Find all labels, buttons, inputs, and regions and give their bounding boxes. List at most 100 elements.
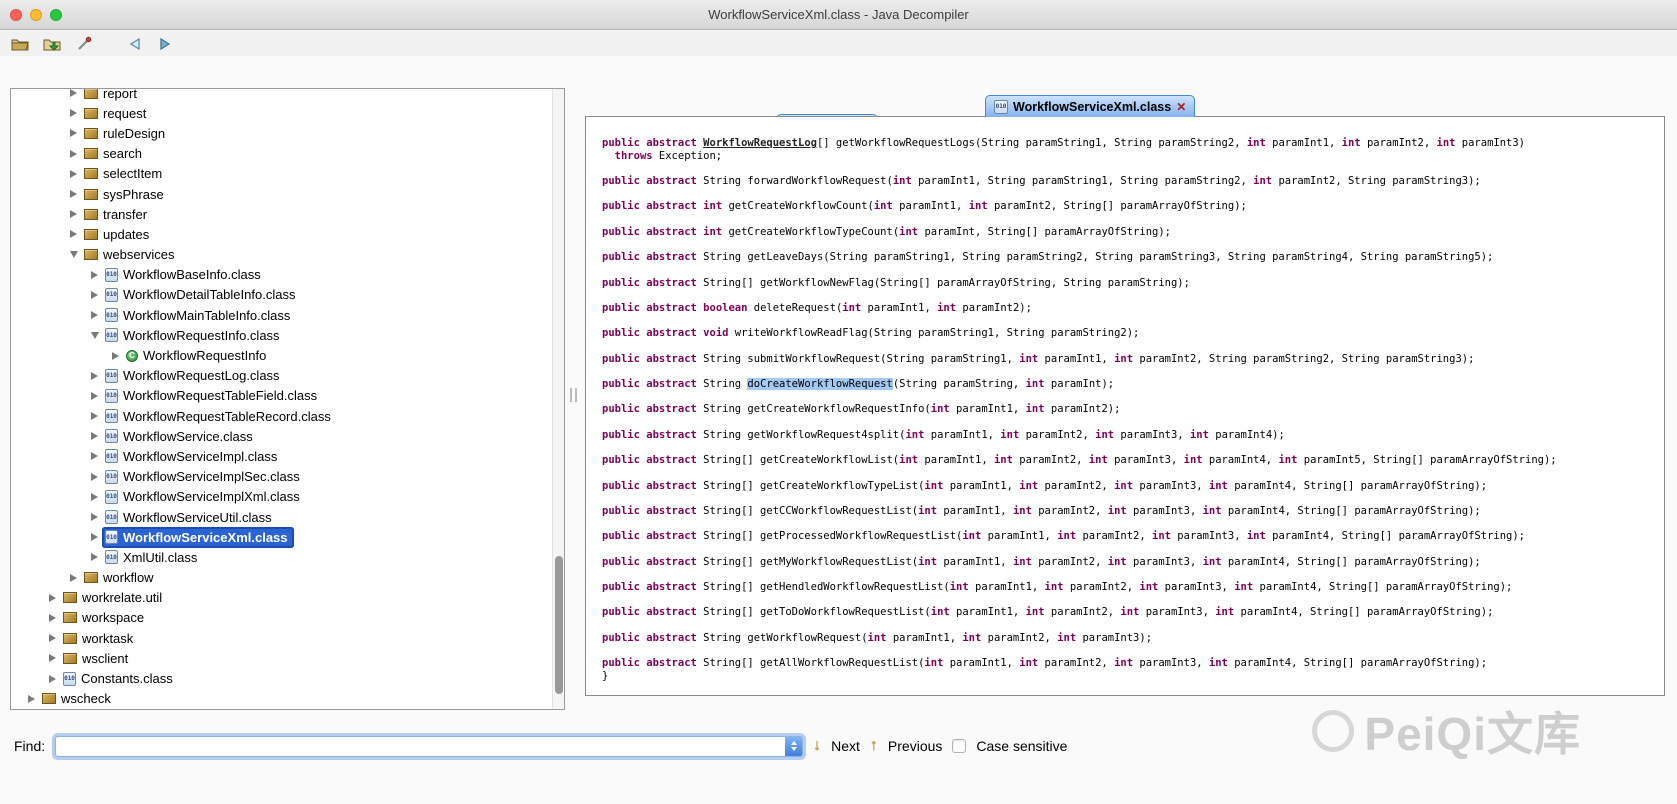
tree-item-workflowbaseinfo-class[interactable]: 010WorkflowBaseInfo.class bbox=[11, 265, 564, 285]
class-icon: 010 bbox=[105, 470, 118, 484]
chevron-right-icon[interactable] bbox=[88, 392, 101, 400]
chevron-down-icon[interactable] bbox=[88, 332, 101, 339]
type-link[interactable]: WorkflowRequestLog bbox=[703, 137, 817, 149]
save-all-sources-icon[interactable] bbox=[42, 35, 62, 53]
tree-item-workflowrequesttablefield-class[interactable]: 010WorkflowRequestTableField.class bbox=[11, 386, 564, 406]
tree-item-ruledesign[interactable]: ruleDesign bbox=[11, 123, 564, 143]
tree-item-worktask[interactable]: worktask bbox=[11, 628, 564, 648]
chevron-right-icon[interactable] bbox=[46, 675, 59, 683]
chevron-right-icon[interactable] bbox=[67, 230, 80, 238]
search-icon[interactable] bbox=[74, 35, 94, 53]
chevron-right-icon[interactable] bbox=[67, 210, 80, 218]
chevron-right-icon[interactable] bbox=[88, 291, 101, 299]
chevron-right-icon[interactable] bbox=[88, 553, 101, 561]
code-line: public abstract boolean deleteRequest(in… bbox=[602, 302, 1664, 315]
find-input[interactable] bbox=[55, 736, 803, 757]
tree-item-workflowserviceimpl-class[interactable]: 010WorkflowServiceImpl.class bbox=[11, 446, 564, 466]
chevron-right-icon[interactable] bbox=[88, 311, 101, 319]
chevron-right-icon[interactable] bbox=[46, 614, 59, 622]
chevron-right-icon[interactable] bbox=[88, 513, 101, 521]
chevron-right-icon[interactable] bbox=[67, 109, 80, 117]
chevron-right-icon[interactable] bbox=[88, 452, 101, 460]
tree-item-workflowmaintableinfo-class[interactable]: 010WorkflowMainTableInfo.class bbox=[11, 305, 564, 325]
chevron-right-icon[interactable] bbox=[109, 352, 122, 360]
class-icon: 010 bbox=[105, 429, 118, 443]
forward-icon[interactable] bbox=[156, 35, 176, 53]
tree-item-workflowservicexml-class[interactable]: 010WorkflowServiceXml.class bbox=[11, 527, 564, 547]
find-history-dropdown[interactable] bbox=[785, 737, 802, 756]
chevron-right-icon[interactable] bbox=[88, 271, 101, 279]
tree-item-constants-class[interactable]: 010Constants.class bbox=[11, 668, 564, 688]
chevron-right-icon[interactable] bbox=[88, 372, 101, 380]
close-window-button[interactable] bbox=[10, 9, 22, 21]
chevron-right-icon[interactable] bbox=[67, 190, 80, 198]
zoom-window-button[interactable] bbox=[50, 9, 62, 21]
tree-scrollbar-thumb[interactable] bbox=[555, 556, 563, 694]
close-icon[interactable]: ✕ bbox=[1176, 101, 1186, 113]
find-previous-label[interactable]: Previous bbox=[888, 738, 942, 754]
code-panel[interactable]: public abstract WorkflowRequestLog[] get… bbox=[585, 116, 1665, 696]
tree-item-workflowrequestinfo-class[interactable]: 010WorkflowRequestInfo.class bbox=[11, 325, 564, 345]
find-next-icon[interactable]: ↓ bbox=[813, 738, 821, 754]
tree-item-label: WorkflowDetailTableInfo.class bbox=[123, 287, 295, 302]
tree-item-report[interactable]: report bbox=[11, 88, 564, 103]
tree-item-workflowservice-class[interactable]: 010WorkflowService.class bbox=[11, 426, 564, 446]
chevron-right-icon[interactable] bbox=[88, 432, 101, 440]
open-file-icon[interactable] bbox=[10, 35, 30, 53]
tree-item-xmlutil-class[interactable]: 010XmlUtil.class bbox=[11, 547, 564, 567]
package-icon bbox=[63, 653, 77, 664]
tree-item-workrelate-util[interactable]: workrelate.util bbox=[11, 588, 564, 608]
tree-item-workflowserviceimplsec-class[interactable]: 010WorkflowServiceImplSec.class bbox=[11, 467, 564, 487]
tree-item-content: 010WorkflowServiceImpl.class bbox=[104, 448, 281, 465]
chevron-right-icon[interactable] bbox=[67, 574, 80, 582]
tree-item-transfer[interactable]: transfer bbox=[11, 204, 564, 224]
tree-item-label: WorkflowServiceXml.class bbox=[123, 530, 288, 545]
tree-item-wscheck[interactable]: wscheck bbox=[11, 689, 564, 709]
chevron-right-icon[interactable] bbox=[67, 129, 80, 137]
tree-item-webservices[interactable]: webservices bbox=[11, 245, 564, 265]
minimize-window-button[interactable] bbox=[30, 9, 42, 21]
tree-item-wsclient[interactable]: wsclient bbox=[11, 648, 564, 668]
chevron-right-icon[interactable] bbox=[46, 634, 59, 642]
chevron-down-icon[interactable] bbox=[67, 251, 80, 258]
chevron-right-icon[interactable] bbox=[88, 533, 101, 541]
chevron-right-icon[interactable] bbox=[67, 170, 80, 178]
back-icon[interactable] bbox=[124, 35, 144, 53]
tree-item-request[interactable]: request bbox=[11, 103, 564, 123]
tree-item-content: report bbox=[83, 88, 141, 102]
tree-item-workflowdetailtableinfo-class[interactable]: 010WorkflowDetailTableInfo.class bbox=[11, 285, 564, 305]
tree-item-sysphrase[interactable]: sysPhrase bbox=[11, 184, 564, 204]
chevron-right-icon[interactable] bbox=[67, 150, 80, 158]
tree-item-workflow[interactable]: workflow bbox=[11, 568, 564, 588]
chevron-right-icon[interactable] bbox=[46, 594, 59, 602]
code-line: public abstract String[] getMyWorkflowRe… bbox=[602, 556, 1664, 569]
code-line: public abstract String forwardWorkflowRe… bbox=[602, 175, 1664, 188]
tree-scrollbar[interactable] bbox=[552, 89, 564, 709]
code-line: public abstract String doCreateWorkflowR… bbox=[602, 378, 1664, 391]
chevron-right-icon[interactable] bbox=[88, 493, 101, 501]
tree-item-workflowserviceimplxml-class[interactable]: 010WorkflowServiceImplXml.class bbox=[11, 487, 564, 507]
find-next-label[interactable]: Next bbox=[831, 738, 860, 754]
tree-item-workflowrequestinfo[interactable]: CWorkflowRequestInfo bbox=[11, 345, 564, 365]
tree-item-label: request bbox=[103, 106, 146, 121]
tree-item-updates[interactable]: updates bbox=[11, 224, 564, 244]
chevron-right-icon[interactable] bbox=[88, 412, 101, 420]
code-line: public abstract int getCreateWorkflowCou… bbox=[602, 200, 1664, 213]
chevron-right-icon[interactable] bbox=[67, 89, 80, 97]
code-line bbox=[602, 188, 1664, 201]
tree-item-workflowrequestlog-class[interactable]: 010WorkflowRequestLog.class bbox=[11, 366, 564, 386]
chevron-right-icon[interactable] bbox=[88, 473, 101, 481]
tree-item-workspace[interactable]: workspace bbox=[11, 608, 564, 628]
code-line bbox=[602, 213, 1664, 226]
chevron-right-icon[interactable] bbox=[46, 654, 59, 662]
tree-item-search[interactable]: search bbox=[11, 144, 564, 164]
tab-workflowservicexml-class[interactable]: 010 WorkflowServiceXml.class ✕ bbox=[985, 95, 1195, 117]
case-sensitive-checkbox[interactable] bbox=[952, 739, 966, 753]
tree-item-selectitem[interactable]: selectItem bbox=[11, 164, 564, 184]
panel-splitter[interactable] bbox=[566, 88, 584, 710]
chevron-right-icon[interactable] bbox=[25, 695, 38, 703]
find-previous-icon[interactable]: ↑ bbox=[870, 738, 878, 754]
code-line: public abstract String submitWorkflowReq… bbox=[602, 353, 1664, 366]
tree-item-workflowserviceutil-class[interactable]: 010WorkflowServiceUtil.class bbox=[11, 507, 564, 527]
tree-item-workflowrequesttablerecord-class[interactable]: 010WorkflowRequestTableRecord.class bbox=[11, 406, 564, 426]
